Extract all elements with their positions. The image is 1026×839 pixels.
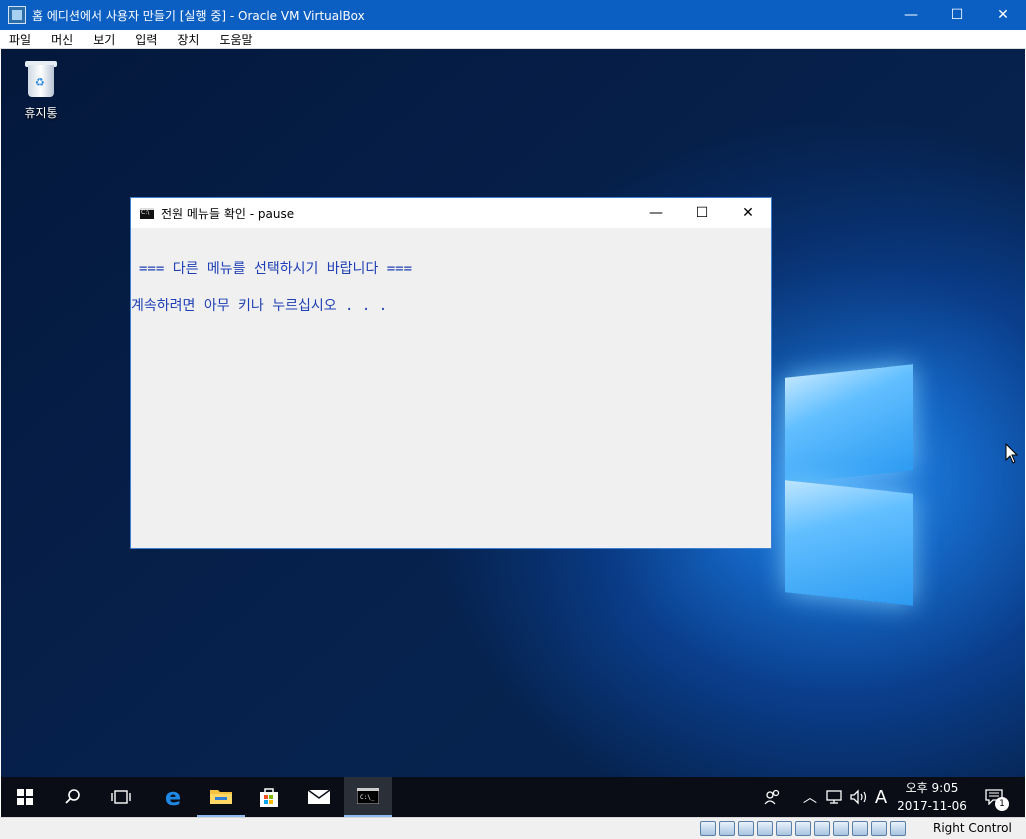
windows-logo-icon xyxy=(17,789,33,805)
menu-devices[interactable]: 장치 xyxy=(167,31,209,48)
minimize-button[interactable]: — xyxy=(888,0,934,30)
mouse-cursor-icon xyxy=(1005,443,1019,464)
taskbar-clock[interactable]: 오후 9:05 2017-11-06 xyxy=(891,779,973,815)
search-icon xyxy=(65,789,80,804)
cmd-taskbar-button[interactable]: C:\_ xyxy=(344,777,392,817)
console-output[interactable]: === 다른 메뉴를 선택하시기 바랍니다 === 계속하려면 아무 키나 누르… xyxy=(131,228,771,315)
folder-icon xyxy=(210,790,232,804)
chevron-up-icon: ︿ xyxy=(803,790,817,806)
task-view-icon xyxy=(111,790,131,804)
host-window-controls: — ☐ ✕ xyxy=(888,0,1026,30)
console-window[interactable]: 전원 메뉴들 확인 - pause — ☐ ✕ === 다른 메뉴를 선택하시기… xyxy=(130,197,772,549)
people-icon xyxy=(764,789,780,805)
file-explorer-taskbar-button[interactable] xyxy=(197,777,245,817)
show-hidden-icons-button[interactable]: ︿ xyxy=(799,777,821,817)
start-button[interactable] xyxy=(1,777,49,817)
input-indicator[interactable]: A xyxy=(871,777,891,817)
command-prompt-icon xyxy=(140,207,154,219)
network-tray-button[interactable] xyxy=(823,777,847,817)
host-window-title: 홈 에디션에서 사용자 만들기 [실행 중] - Oracle VM Virtu… xyxy=(32,8,365,23)
people-button[interactable] xyxy=(759,777,787,817)
maximize-button[interactable]: ☐ xyxy=(934,0,980,30)
console-line: 계속하려면 아무 키나 누르십시오 . . . xyxy=(131,298,388,314)
network-icon[interactable] xyxy=(757,821,773,836)
windows-wallpaper-logo xyxy=(773,317,915,606)
cpu-icon[interactable] xyxy=(852,821,868,836)
hard-disk-icon[interactable] xyxy=(700,821,716,836)
menu-view[interactable]: 보기 xyxy=(83,31,125,48)
menu-machine[interactable]: 머신 xyxy=(41,31,83,48)
mail-taskbar-button[interactable] xyxy=(295,777,343,817)
recycle-bin-icon: ♻ xyxy=(23,59,59,99)
usb-icon[interactable] xyxy=(776,821,792,836)
audio-icon[interactable] xyxy=(738,821,754,836)
svg-text:C:\_: C:\_ xyxy=(360,794,375,801)
edge-icon: e xyxy=(164,783,182,811)
network-icon xyxy=(826,790,842,804)
action-center-button[interactable]: 1 xyxy=(977,777,1011,817)
mail-icon xyxy=(307,789,331,804)
shared-folders-icon[interactable] xyxy=(795,821,811,836)
console-title: 전원 메뉴들 확인 - pause xyxy=(161,206,295,221)
console-window-controls: — ☐ ✕ xyxy=(633,198,771,228)
menu-input[interactable]: 입력 xyxy=(125,31,167,48)
console-maximize-button[interactable]: ☐ xyxy=(679,198,725,228)
store-bag-icon xyxy=(260,788,278,807)
command-prompt-icon: C:\_ xyxy=(357,788,379,804)
recycle-bin-label: 휴지통 xyxy=(24,106,58,120)
menu-help[interactable]: 도움말 xyxy=(209,31,262,48)
clock-time: 오후 9:05 xyxy=(905,781,959,795)
recycle-bin[interactable]: ♻ 휴지통 xyxy=(15,59,67,121)
host-key-label: Right Control xyxy=(933,821,1012,835)
console-title-bar[interactable]: 전원 메뉴들 확인 - pause — ☐ ✕ xyxy=(131,198,771,228)
optical-drive-icon[interactable] xyxy=(719,821,735,836)
store-taskbar-button[interactable] xyxy=(245,777,293,817)
clock-date: 2017-11-06 xyxy=(897,799,967,813)
close-button[interactable]: ✕ xyxy=(980,0,1026,30)
status-icons xyxy=(700,821,909,836)
console-minimize-button[interactable]: — xyxy=(633,198,679,228)
speaker-icon xyxy=(850,789,867,805)
console-line: === 다른 메뉴를 선택하시기 바랍니다 === xyxy=(139,261,413,277)
menu-file[interactable]: 파일 xyxy=(0,31,41,48)
host-status-bar: Right Control xyxy=(0,817,1026,839)
mouse-integration-icon[interactable] xyxy=(871,821,887,836)
edge-taskbar-button[interactable]: e xyxy=(149,777,197,817)
volume-tray-button[interactable] xyxy=(847,777,871,817)
display-icon[interactable] xyxy=(814,821,830,836)
task-view-button[interactable] xyxy=(97,777,145,817)
guest-taskbar: e C:\_ ︿ A 오후 9:05 2017-11-06 1 xyxy=(1,777,1025,817)
console-close-button[interactable]: ✕ xyxy=(725,198,771,228)
notification-count-badge: 1 xyxy=(995,797,1009,811)
host-menu-bar: 파일 머신 보기 입력 장치 도움말 xyxy=(0,30,1026,49)
virtualbox-app-icon[interactable] xyxy=(8,6,26,24)
host-title-bar: 홈 에디션에서 사용자 만들기 [실행 중] - Oracle VM Virtu… xyxy=(0,0,1026,30)
search-button[interactable] xyxy=(49,777,97,817)
video-capture-icon[interactable] xyxy=(833,821,849,836)
host-key-icon[interactable] xyxy=(890,821,906,836)
